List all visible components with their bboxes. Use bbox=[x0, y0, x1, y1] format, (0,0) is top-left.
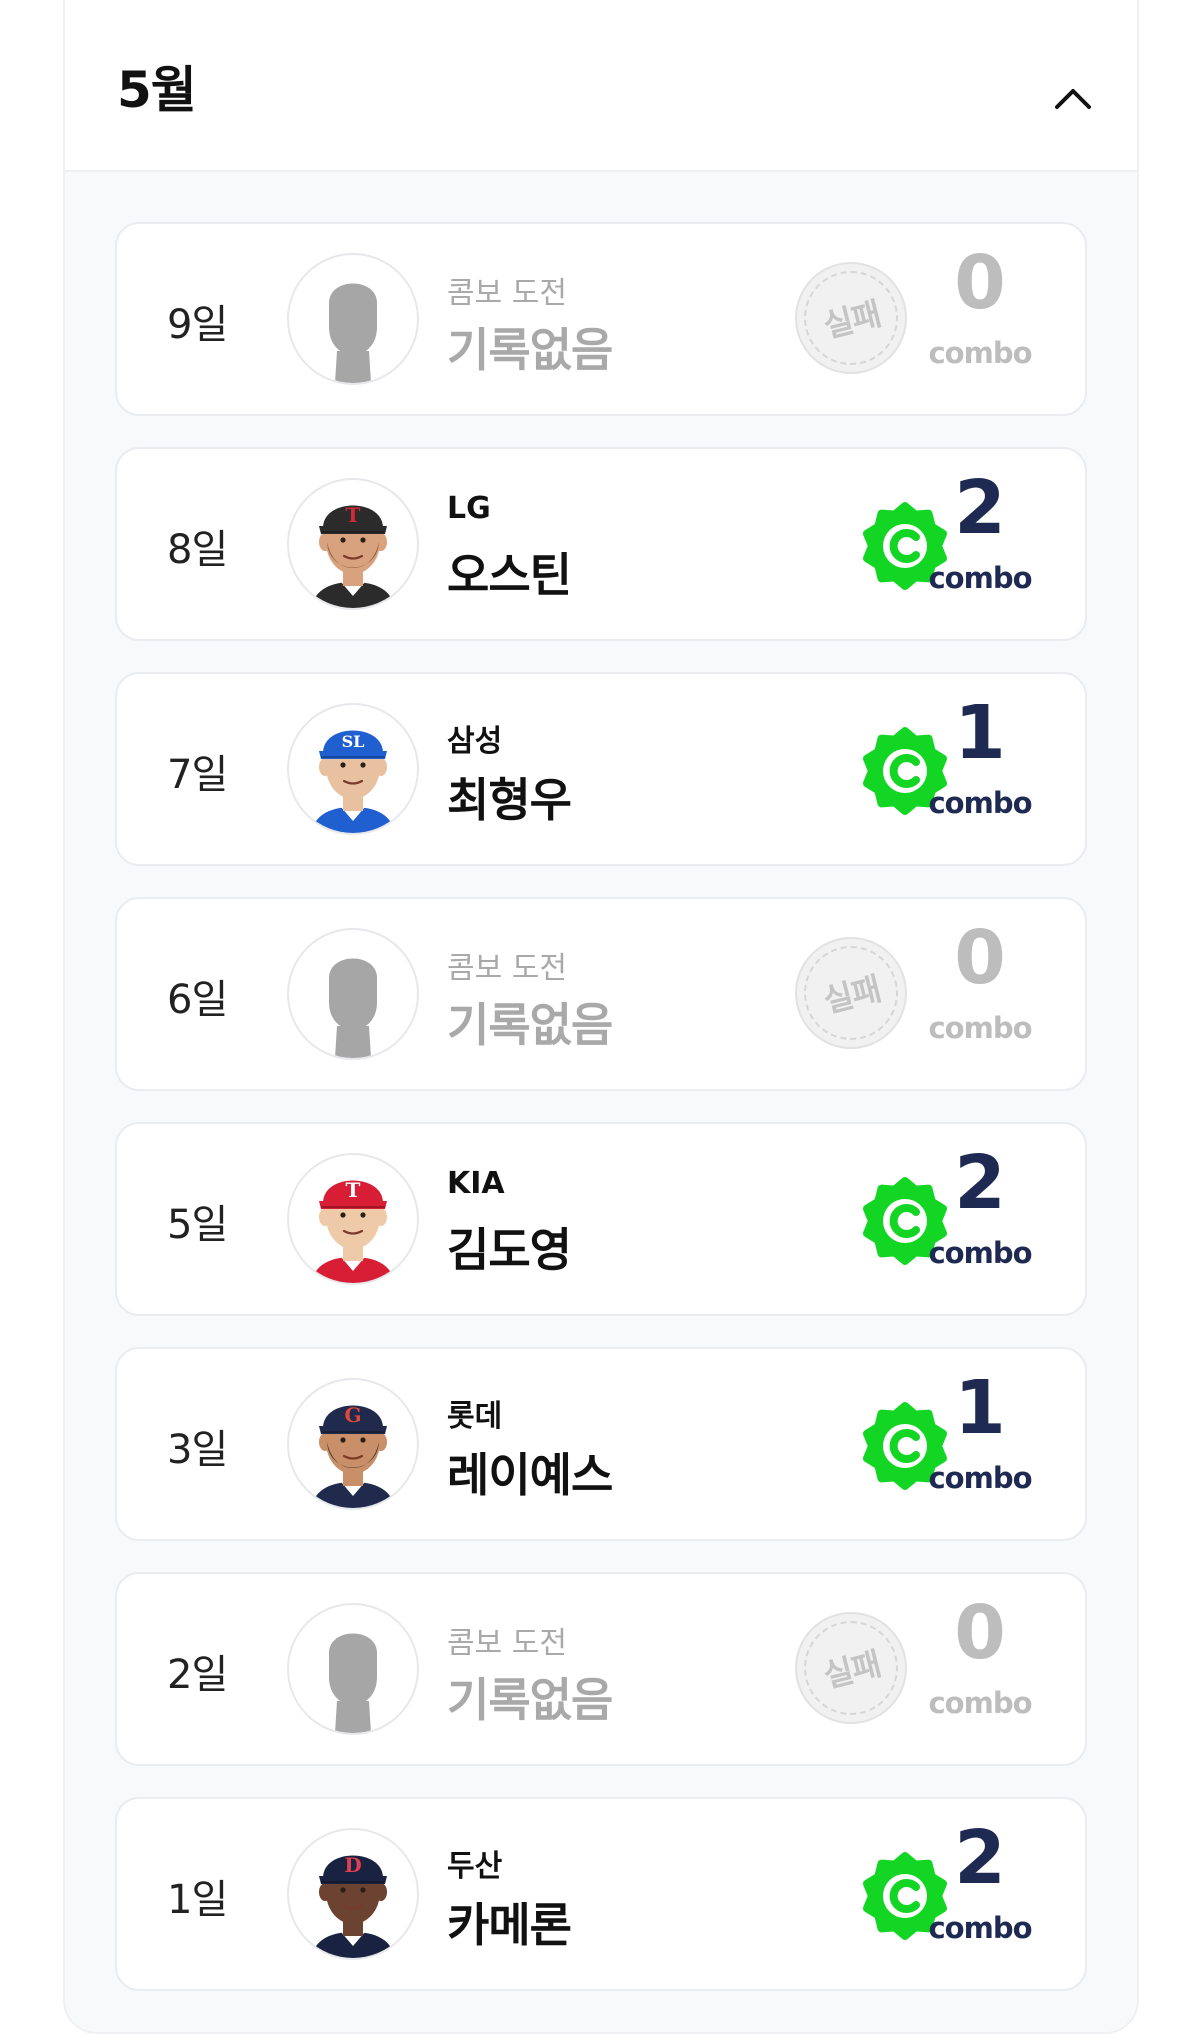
person-silhouette-icon bbox=[329, 1633, 377, 1733]
record-day: 5일 bbox=[167, 1202, 228, 1248]
combo-label: combo bbox=[928, 1011, 1032, 1045]
record-row[interactable]: 6일 콤보 도전기록없음 실패 0 combo bbox=[115, 897, 1087, 1091]
month-title: 5월 bbox=[117, 61, 197, 119]
record-row[interactable]: 5일 T KIA 김도영 2 combo bbox=[115, 1122, 1087, 1316]
person-silhouette-icon bbox=[329, 958, 377, 1058]
record-day: 8일 bbox=[167, 527, 228, 573]
combo-challenge-label: 콤보 도전 bbox=[447, 1626, 567, 1661]
record-row[interactable]: 3일 G 롯데레이예스 1 combo bbox=[115, 1347, 1087, 1541]
player-photo: D bbox=[311, 1853, 395, 1958]
player-avatar: D bbox=[287, 1828, 419, 1960]
player-name: 카메론 bbox=[447, 1898, 572, 1952]
record-day: 3일 bbox=[167, 1427, 228, 1473]
panel-header[interactable]: 5월 bbox=[65, 0, 1137, 172]
record-row[interactable]: 1일 D 두산카메론 2 combo bbox=[115, 1797, 1087, 1991]
record-day: 7일 bbox=[167, 752, 228, 798]
record-day: 6일 bbox=[167, 977, 228, 1023]
player-name: 최형우 bbox=[447, 773, 572, 827]
player-name: 레이예스 bbox=[447, 1448, 613, 1502]
player-avatar: T bbox=[287, 1153, 419, 1285]
combo-count: 0 bbox=[954, 1590, 1006, 1676]
player-avatar: T bbox=[287, 478, 419, 610]
player-photo: T bbox=[311, 1178, 395, 1283]
cap-logo: G bbox=[344, 1403, 361, 1427]
fail-stamp-label: 실패 bbox=[819, 1644, 884, 1696]
player-avatar: G bbox=[287, 1378, 419, 1510]
combo-label: combo bbox=[928, 1911, 1032, 1945]
fail-stamp-label: 실패 bbox=[819, 294, 884, 346]
team-name: LG bbox=[447, 491, 491, 526]
no-record-label: 기록없음 bbox=[447, 323, 613, 377]
record-day: 1일 bbox=[167, 1877, 228, 1923]
no-record-label: 기록없음 bbox=[447, 1673, 613, 1727]
record-row[interactable]: 7일 SL 삼성최형우 1 combo bbox=[115, 672, 1087, 866]
record-row[interactable]: 8일 T LG 오스틴 2 combo bbox=[115, 447, 1087, 641]
combo-challenge-label: 콤보 도전 bbox=[447, 951, 567, 986]
combo-count: 0 bbox=[954, 240, 1006, 326]
fail-stamp: 실패 bbox=[795, 1612, 907, 1724]
fail-stamp: 실패 bbox=[795, 937, 907, 1049]
record-row[interactable]: 9일 콤보 도전기록없음 실패 0 combo bbox=[115, 222, 1087, 416]
team-name: 삼성 bbox=[447, 724, 503, 759]
combo-count: 1 bbox=[954, 1365, 1006, 1451]
monthly-record-panel: 5월 9일 콤보 도전 기록없음 실패 0 combo 8일 T LG 오스틴 2 combo 7일 SL… bbox=[63, 0, 1139, 2034]
cap-logo: SL bbox=[342, 732, 365, 751]
record-row[interactable]: 2일 콤보 도전기록없음 실패 0 combo bbox=[115, 1572, 1087, 1766]
team-name: 두산 bbox=[447, 1849, 503, 1884]
no-record-label: 기록없음 bbox=[447, 998, 613, 1052]
combo-count: 1 bbox=[954, 690, 1006, 776]
fail-stamp: 실패 bbox=[795, 262, 907, 374]
person-silhouette-icon bbox=[329, 283, 377, 383]
combo-label: combo bbox=[928, 1461, 1032, 1495]
player-photo: SL bbox=[311, 730, 395, 833]
cap-logo: T bbox=[346, 1178, 361, 1202]
record-day: 2일 bbox=[167, 1652, 228, 1698]
player-photo: T bbox=[311, 503, 395, 608]
player-name: 오스틴 bbox=[447, 548, 572, 602]
combo-label: combo bbox=[928, 336, 1032, 370]
player-avatar: SL bbox=[287, 703, 419, 835]
team-name: 롯데 bbox=[447, 1399, 503, 1434]
fail-stamp-label: 실패 bbox=[819, 969, 884, 1021]
avatar-placeholder bbox=[287, 253, 419, 385]
combo-label: combo bbox=[928, 1236, 1032, 1270]
combo-count: 2 bbox=[954, 465, 1006, 551]
avatar-placeholder bbox=[287, 1603, 419, 1735]
combo-count: 2 bbox=[954, 1815, 1006, 1901]
collapse-button[interactable] bbox=[1043, 67, 1103, 127]
combo-label: combo bbox=[928, 561, 1032, 595]
avatar-placeholder bbox=[287, 928, 419, 1060]
combo-challenge-label: 콤보 도전 bbox=[447, 276, 567, 311]
combo-label: combo bbox=[928, 786, 1032, 820]
combo-label: combo bbox=[928, 1686, 1032, 1720]
cap-logo: T bbox=[346, 503, 361, 527]
player-name: 김도영 bbox=[447, 1223, 572, 1277]
chevron-up-icon bbox=[1055, 89, 1091, 109]
player-photo: G bbox=[311, 1403, 395, 1508]
combo-count: 0 bbox=[954, 915, 1006, 1001]
combo-count: 2 bbox=[954, 1140, 1006, 1226]
record-list: 9일 콤보 도전 기록없음 실패 0 combo 8일 T LG 오스틴 2 combo 7일 SL 삼성 최… bbox=[65, 172, 1137, 2032]
record-day: 9일 bbox=[167, 302, 228, 348]
cap-logo: D bbox=[344, 1853, 361, 1877]
team-name: KIA bbox=[447, 1166, 505, 1201]
